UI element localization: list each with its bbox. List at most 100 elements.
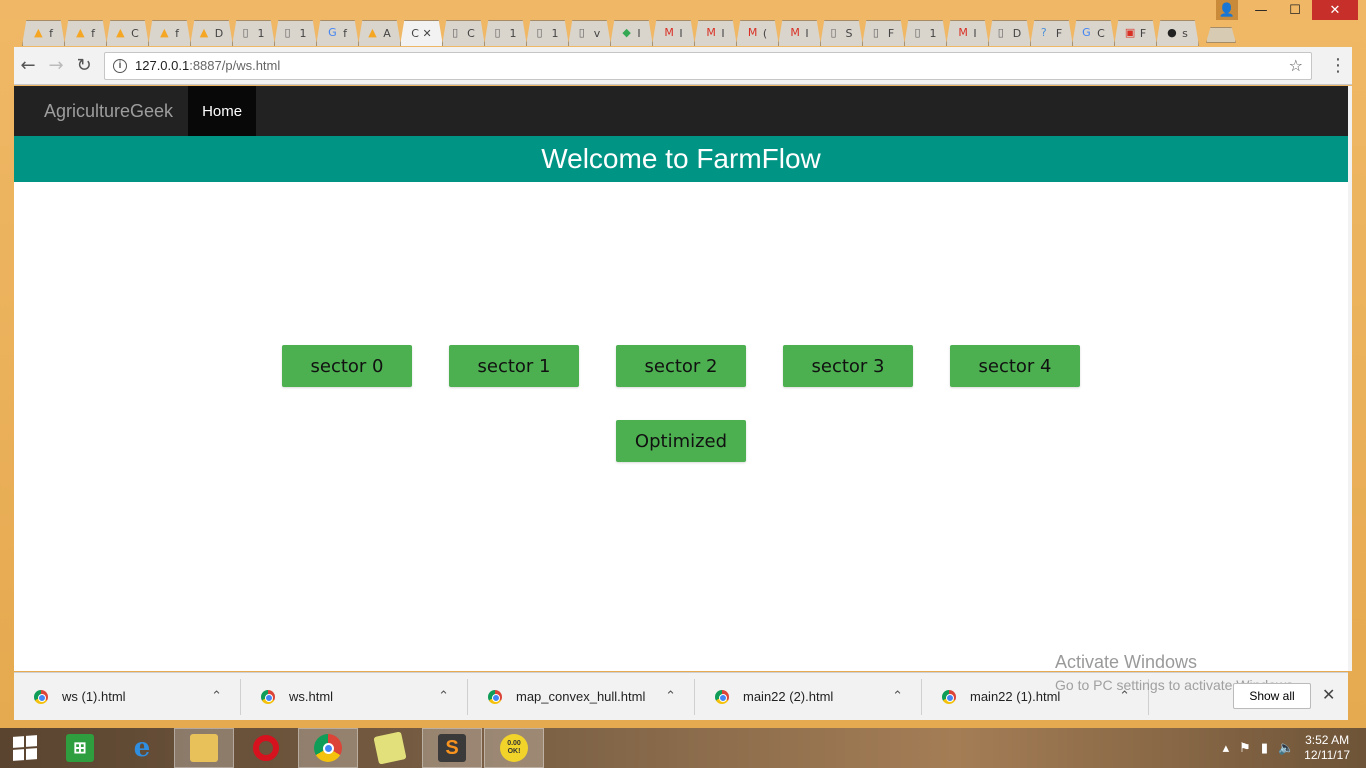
browser-tab[interactable]: GC bbox=[1072, 20, 1115, 46]
browser-tab[interactable]: ▯ F bbox=[862, 20, 905, 46]
taskbar-explorer[interactable] bbox=[174, 728, 234, 768]
windows-start-icon[interactable] bbox=[0, 728, 50, 768]
back-arrow-icon[interactable]: ← bbox=[14, 52, 42, 80]
taskbar-sublime[interactable]: S bbox=[422, 728, 482, 768]
volume-icon[interactable]: 🔈 bbox=[1278, 741, 1294, 756]
taskbar-speed[interactable]: 0.00 OK! bbox=[484, 728, 544, 768]
browser-tab[interactable]: ▲ f bbox=[22, 20, 65, 46]
maximize-button[interactable]: ☐ bbox=[1278, 0, 1312, 20]
browser-tab[interactable]: ▯ 1 bbox=[232, 20, 275, 46]
tab-title: ( bbox=[762, 26, 768, 40]
tray-expand-icon[interactable]: ▴ bbox=[1223, 741, 1230, 756]
page-content: AgricultureGeek Home Welcome to FarmFlow… bbox=[14, 86, 1348, 671]
download-item[interactable]: map_convex_hull.html ⌃ bbox=[468, 678, 695, 715]
apps-icon: ▣ bbox=[1124, 26, 1136, 39]
browser-tab[interactable]: ▲ A bbox=[358, 20, 401, 46]
tab-content: ▯ 1 bbox=[243, 27, 265, 40]
firebase-icon: ▲ bbox=[199, 26, 209, 39]
firebase-icon: ▲ bbox=[160, 26, 169, 39]
sector-1-button[interactable]: sector 1 bbox=[449, 345, 579, 387]
tab-title: f bbox=[49, 26, 53, 40]
sector-0-button[interactable]: sector 0 bbox=[282, 345, 412, 387]
tab-content: ▯ D bbox=[998, 27, 1021, 40]
browser-tab[interactable]: ▲ C bbox=[106, 20, 149, 46]
page-icon: ▯ bbox=[452, 26, 459, 39]
browser-tab[interactable]: ◆ I bbox=[610, 20, 653, 46]
taskbar-ie[interactable]: e bbox=[112, 728, 172, 768]
tab-content: M( bbox=[748, 27, 767, 40]
firebase-icon: ▲ bbox=[368, 26, 377, 39]
browser-tab[interactable]: C ✕ bbox=[400, 20, 443, 46]
chevron-up-icon[interactable]: ⌃ bbox=[892, 689, 903, 704]
user-profile-icon[interactable]: 👤 bbox=[1216, 0, 1238, 20]
browser-tab[interactable]: ▯ D bbox=[988, 20, 1031, 46]
browser-tab[interactable]: ● s bbox=[1156, 20, 1199, 46]
page-icon: ▯ bbox=[830, 26, 837, 39]
browser-tab[interactable]: ▯ 1 bbox=[526, 20, 569, 46]
browser-tab[interactable]: ▯ S bbox=[820, 20, 863, 46]
browser-tab[interactable]: ▣ F bbox=[1114, 20, 1157, 46]
browser-tab[interactable]: MI bbox=[652, 20, 695, 46]
taskbar-chrome[interactable] bbox=[298, 728, 358, 768]
forward-arrow-icon[interactable]: → bbox=[42, 52, 70, 80]
navbar-brand[interactable]: AgricultureGeek bbox=[14, 86, 188, 136]
download-filename: main22 (1).html bbox=[970, 689, 1061, 704]
browser-menu-icon[interactable]: ⋮ bbox=[1324, 55, 1352, 76]
browser-tab[interactable]: ▯ 1 bbox=[274, 20, 317, 46]
download-item[interactable]: ws (1).html ⌃ bbox=[14, 678, 241, 715]
optimized-button[interactable]: Optimized bbox=[616, 420, 746, 462]
browser-tab[interactable]: ? F bbox=[1030, 20, 1073, 46]
minimize-button[interactable]: — bbox=[1244, 0, 1278, 20]
close-downloads-icon[interactable]: ✕ bbox=[1322, 685, 1335, 704]
browser-tab[interactable]: ▯ v bbox=[568, 20, 611, 46]
browser-tab[interactable]: MI bbox=[778, 20, 821, 46]
nav-home-link[interactable]: Home bbox=[188, 86, 257, 136]
firebase-icon: ▲ bbox=[116, 26, 125, 39]
new-tab-button[interactable] bbox=[1206, 27, 1236, 43]
optimized-row: Optimized bbox=[14, 420, 1348, 462]
taskbar-opera[interactable] bbox=[236, 728, 296, 768]
firebase-icon: ▲ bbox=[76, 26, 85, 39]
browser-toolbar: ← → ↻ i 127.0.0.1:8887/p/ws.html ☆ ⋮ bbox=[14, 47, 1352, 85]
taskbar-notes[interactable] bbox=[360, 728, 420, 768]
gmail-icon: M bbox=[958, 26, 968, 39]
tab-content: ▯ S bbox=[831, 27, 853, 40]
browser-tab[interactable]: ▯ 1 bbox=[484, 20, 527, 46]
page-scrollbar[interactable] bbox=[1348, 86, 1352, 671]
sector-4-button[interactable]: sector 4 bbox=[950, 345, 1080, 387]
browser-tab[interactable]: ▯ 1 bbox=[904, 20, 947, 46]
chevron-up-icon[interactable]: ⌃ bbox=[438, 689, 449, 704]
download-item[interactable]: ws.html ⌃ bbox=[241, 678, 468, 715]
browser-tab[interactable]: ▲ f bbox=[148, 20, 191, 46]
window-controls: 👤 — ☐ ✕ bbox=[1216, 0, 1358, 22]
sector-2-button[interactable]: sector 2 bbox=[616, 345, 746, 387]
bookmark-star-icon[interactable]: ☆ bbox=[1289, 56, 1303, 75]
reload-icon[interactable]: ↻ bbox=[70, 52, 98, 80]
download-item[interactable]: main22 (2).html ⌃ bbox=[695, 678, 922, 715]
clock[interactable]: 3:52 AM 12/11/17 bbox=[1304, 733, 1350, 763]
browser-tab[interactable]: M( bbox=[736, 20, 779, 46]
browser-tab[interactable]: ▲ D bbox=[190, 20, 233, 46]
page-icon: ▯ bbox=[536, 26, 543, 39]
clock-date: 12/11/17 bbox=[1304, 748, 1350, 762]
browser-tab[interactable]: MI bbox=[946, 20, 989, 46]
chrome-file-icon bbox=[715, 689, 729, 704]
taskbar-store[interactable]: ⊞ bbox=[50, 728, 110, 768]
sector-3-button[interactable]: sector 3 bbox=[783, 345, 913, 387]
page-icon: ▯ bbox=[284, 26, 291, 39]
tab-content: ▯ v bbox=[579, 27, 601, 40]
info-icon[interactable]: i bbox=[113, 58, 127, 73]
browser-tab[interactable]: Gf bbox=[316, 20, 359, 46]
address-bar[interactable]: i 127.0.0.1:8887/p/ws.html ☆ bbox=[104, 51, 1312, 80]
chevron-up-icon[interactable]: ⌃ bbox=[211, 689, 222, 704]
show-all-button[interactable]: Show all bbox=[1233, 683, 1311, 709]
browser-tab[interactable]: ▲ f bbox=[64, 20, 107, 46]
browser-tab[interactable]: MI bbox=[694, 20, 737, 46]
battery-icon[interactable]: ▮ bbox=[1261, 741, 1268, 756]
chevron-up-icon[interactable]: ⌃ bbox=[665, 689, 676, 704]
browser-tab[interactable]: ▯ C bbox=[442, 20, 485, 46]
close-window-button[interactable]: ✕ bbox=[1312, 0, 1358, 20]
url-host: 127.0.0.1 bbox=[135, 58, 190, 73]
flag-icon[interactable]: ⚑ bbox=[1239, 741, 1251, 756]
sticky-notes-icon bbox=[373, 731, 407, 765]
